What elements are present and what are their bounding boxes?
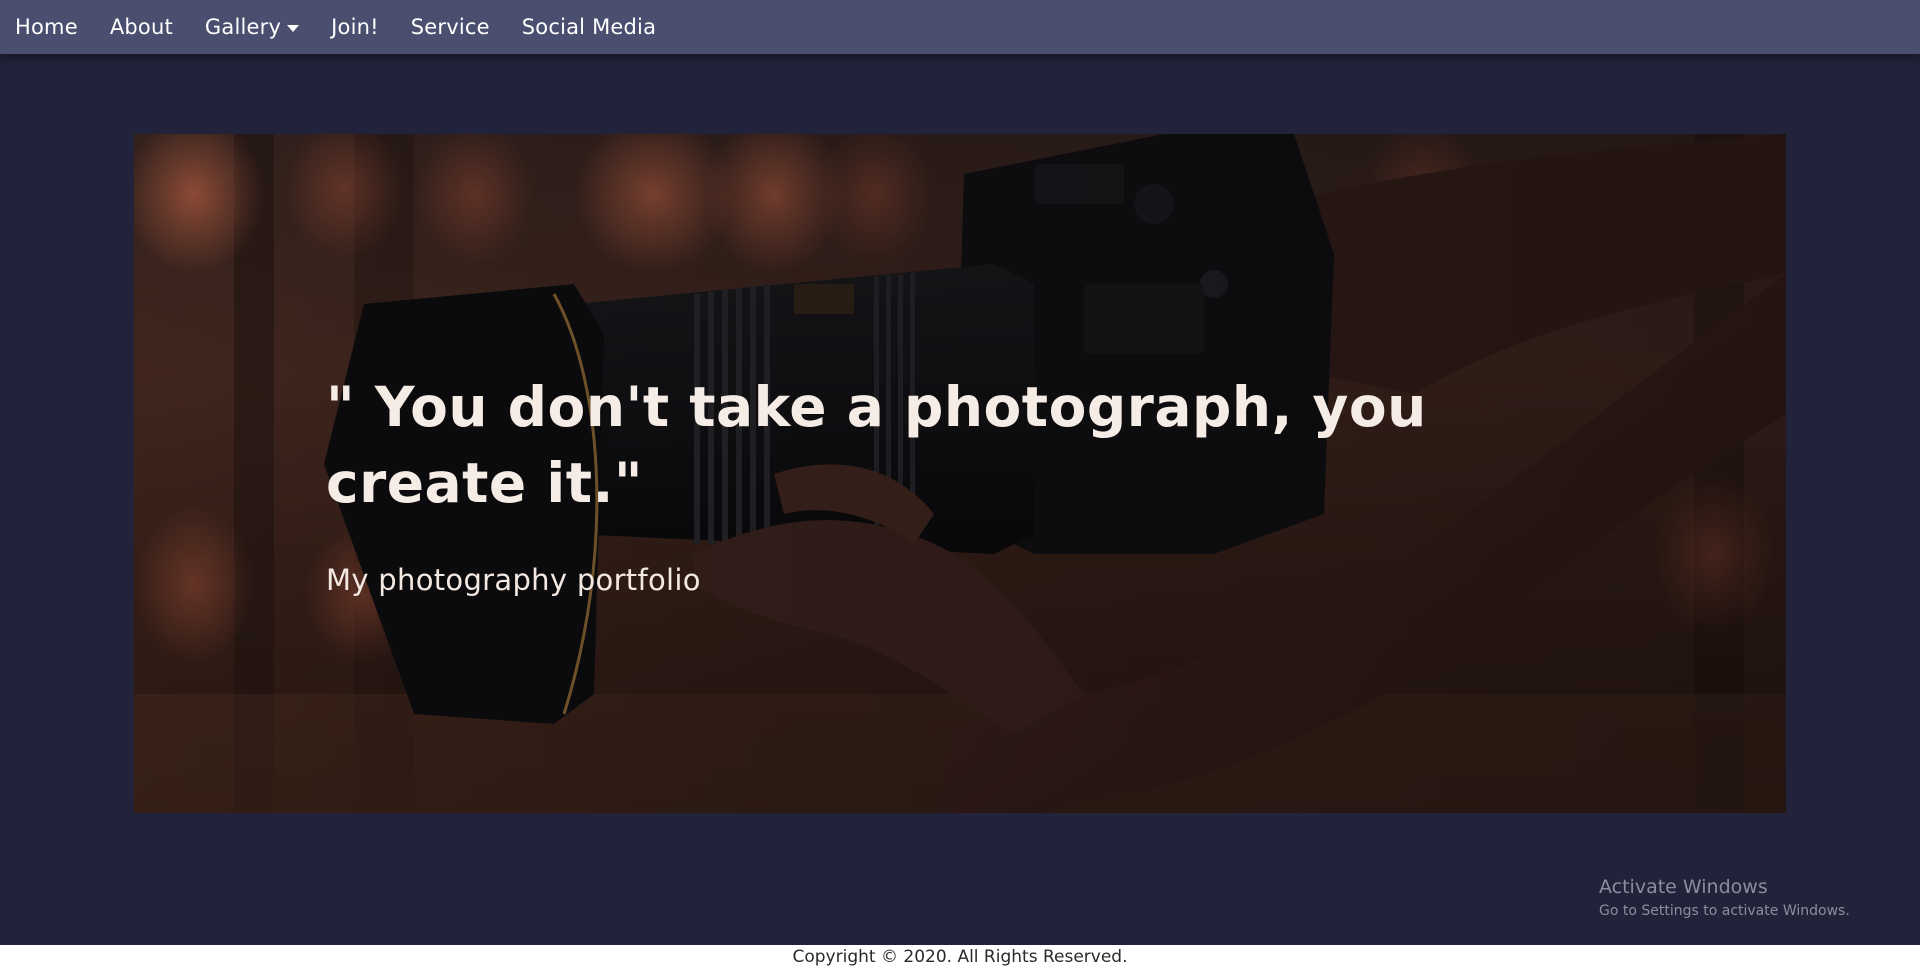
- nav-home-link[interactable]: Home: [15, 15, 78, 39]
- page-footer: Copyright © 2020. All Rights Reserved.: [0, 945, 1920, 970]
- hero-text-block: " You don't take a photograph, you creat…: [326, 369, 1586, 597]
- hero-subtitle: My photography portfolio: [326, 563, 701, 597]
- footer-copyright: Copyright © 2020. All Rights Reserved.: [792, 947, 1128, 967]
- nav-gallery-dropdown[interactable]: Gallery: [204, 15, 300, 39]
- watermark-title: Activate Windows: [1599, 876, 1768, 898]
- nav-about-link[interactable]: About: [110, 15, 173, 39]
- top-navbar: Home About Gallery Join! Service Social …: [0, 0, 1920, 54]
- hero-quote: " You don't take a photograph, you creat…: [326, 375, 1427, 515]
- windows-activation-watermark: Activate Windows Go to Settings to activ…: [1599, 875, 1850, 921]
- nav-service-link[interactable]: Service: [411, 15, 490, 39]
- nav-join-link[interactable]: Join!: [331, 15, 379, 39]
- watermark-subtitle: Go to Settings to activate Windows.: [1599, 903, 1850, 919]
- caret-down-icon: [287, 24, 300, 32]
- nav-gallery-label: Gallery: [204, 15, 282, 39]
- hero-banner: " You don't take a photograph, you creat…: [134, 134, 1786, 813]
- nav-social-media-link[interactable]: Social Media: [522, 15, 656, 39]
